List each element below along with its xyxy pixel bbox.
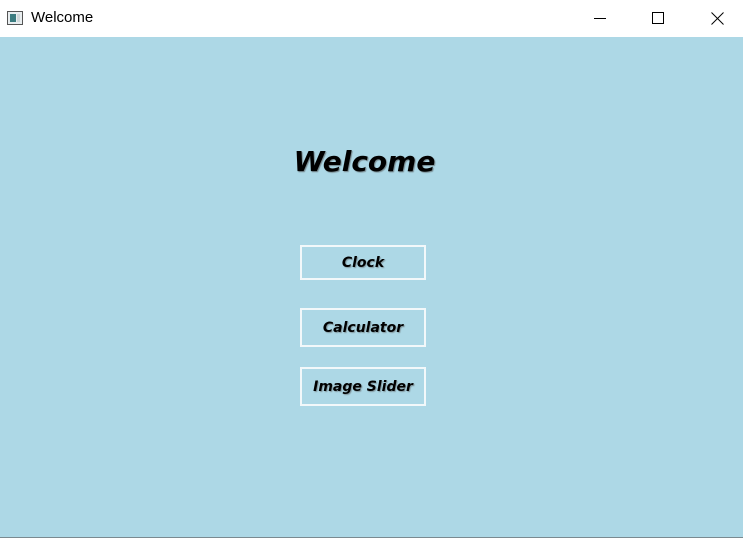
minimize-button[interactable] <box>577 0 623 36</box>
title-bar[interactable]: Welcome <box>0 0 743 37</box>
app-window: Welcome Welcome Clock Calculator Image S… <box>0 0 743 538</box>
main-content: Welcome Clock Calculator Image Slider <box>0 37 743 537</box>
close-icon <box>710 11 724 25</box>
window-title: Welcome <box>31 9 94 26</box>
minimize-icon <box>594 18 606 19</box>
maximize-button[interactable] <box>635 0 681 36</box>
maximize-icon <box>652 12 664 24</box>
close-button[interactable] <box>694 0 740 36</box>
page-title: Welcome <box>293 145 436 178</box>
clock-button[interactable]: Clock <box>300 245 426 280</box>
calculator-button[interactable]: Calculator <box>300 308 426 347</box>
image-slider-button[interactable]: Image Slider <box>300 367 426 406</box>
app-icon <box>7 11 23 25</box>
